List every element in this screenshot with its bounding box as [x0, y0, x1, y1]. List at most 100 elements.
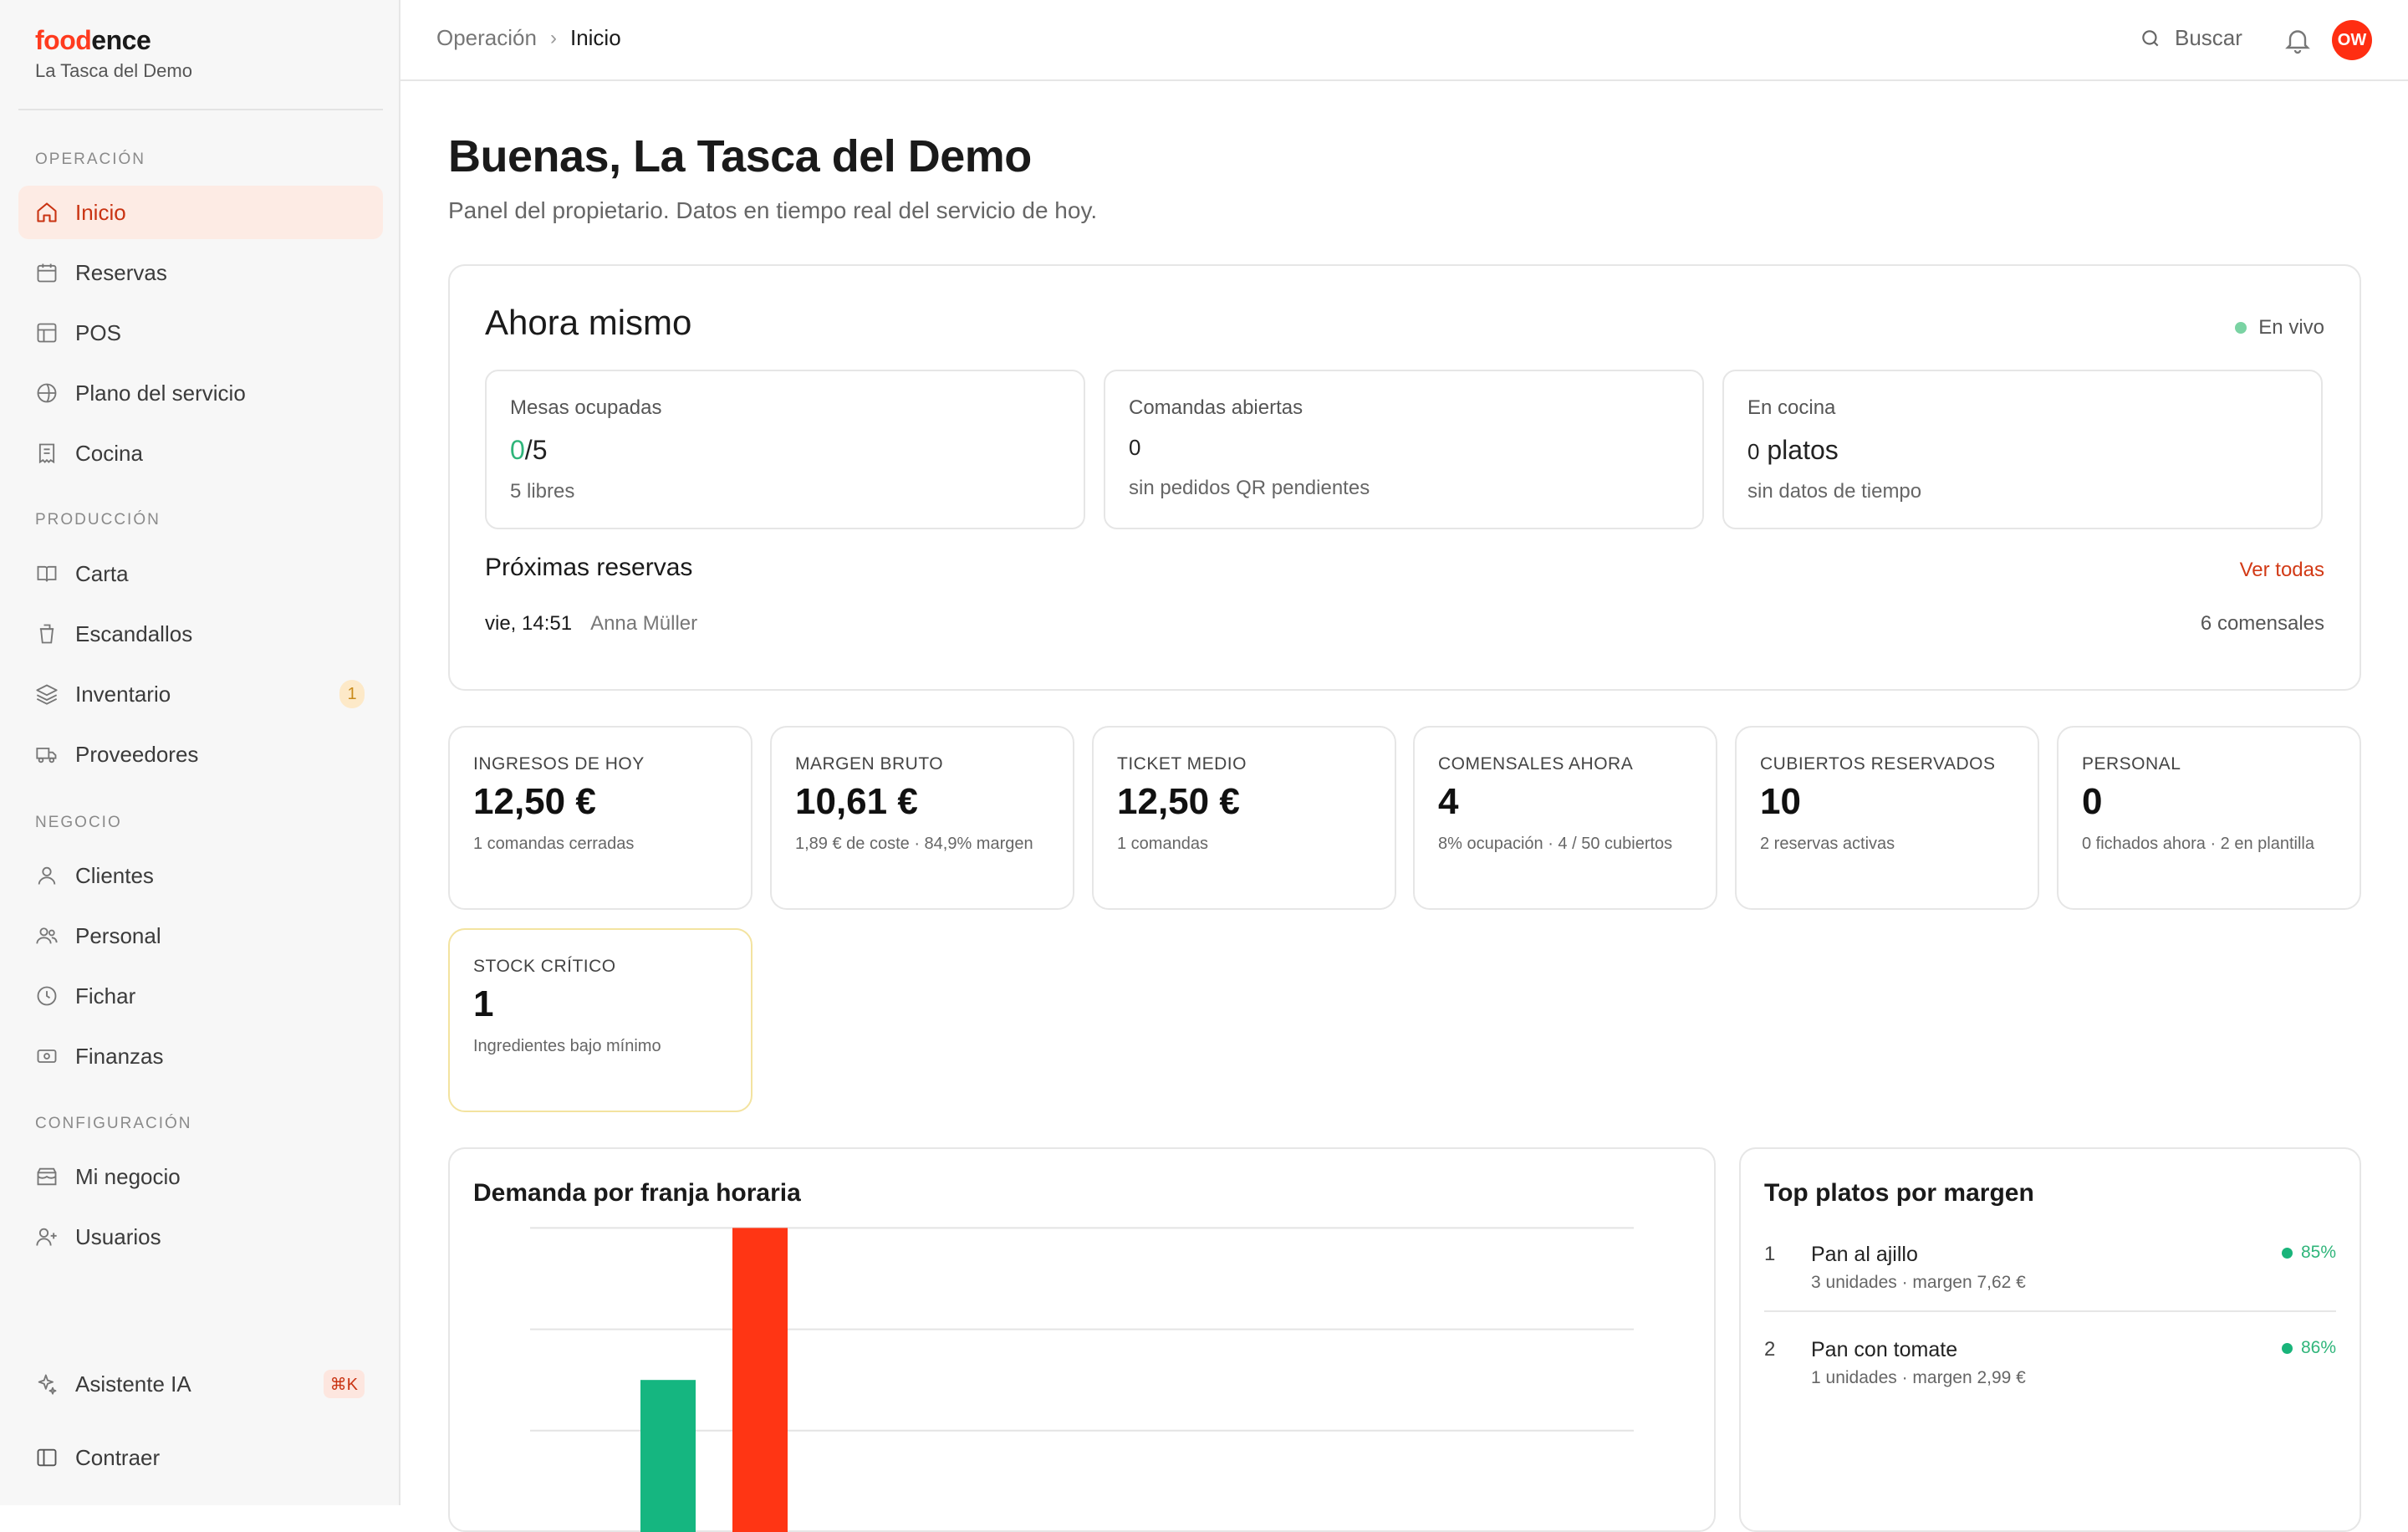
bell-icon[interactable]: [2283, 25, 2313, 55]
margin-dot-icon: [2281, 1247, 2293, 1259]
orders-sub: sin pedidos QR pendientes: [1129, 477, 1370, 499]
kpi-sub: 0 fichados ahora · 2 en plantilla: [2082, 835, 2314, 853]
sidebar-item-label: Reservas: [75, 259, 167, 285]
dish-meta: 3 unidades · margen 7,62 €: [1811, 1273, 2026, 1292]
kpi-card-ingresos[interactable]: INGRESOS DE HOY 12,50 € 1 comandas cerra…: [448, 726, 752, 910]
kitchen-card[interactable]: En cocina 0 platos sin datos de tiempo: [1722, 370, 2323, 529]
sidebar: foodence La Tasca del Demo OPERACIÓN Ini…: [0, 0, 400, 1505]
dish-margin: 86%: [2281, 1338, 2336, 1358]
sidebar-item-label: Inventario: [75, 681, 171, 707]
kpi-value: 1: [473, 983, 494, 1024]
book-icon: [37, 565, 57, 582]
demand-chart-card: Demanda por franja horaria: [448, 1147, 1716, 1532]
now-title: Ahora mismo: [485, 303, 692, 342]
kpi-card-ticket[interactable]: TICKET MEDIO 12,50 € 1 comandas: [1092, 726, 1396, 910]
store-icon: [37, 1167, 57, 1186]
kpi-sub: 8% ocupación · 4 / 50 cubiertos: [1438, 835, 1673, 853]
sidebar-item-mi-negocio[interactable]: Mi negocio: [18, 1150, 383, 1203]
sidebar-item-fichar[interactable]: Fichar: [18, 969, 383, 1023]
top-dishes-title: Top platos por margen: [1764, 1179, 2034, 1207]
search-button[interactable]: Buscar: [2140, 25, 2242, 51]
sparkle-icon: [38, 1374, 57, 1395]
sidebar-item-escandallos[interactable]: Escandallos: [18, 607, 383, 661]
sidebar-item-label: Plano del servicio: [75, 380, 246, 406]
dish-margin-value: 85%: [2300, 1243, 2336, 1262]
topbar: Operación › Inicio Buscar: [400, 0, 2408, 81]
sidebar-item-label: Fichar: [75, 983, 136, 1009]
globe-icon: [37, 383, 57, 403]
kpi-card-cubiertos[interactable]: CUBIERTOS RESERVADOS 10 2 reservas activ…: [1735, 726, 2039, 910]
logo-part-b: ence: [91, 25, 151, 55]
calendar-icon: [37, 263, 57, 283]
kpi-sub: 2 reservas activas: [1760, 835, 1895, 853]
user-icon: [38, 866, 56, 885]
kpi-label: TICKET MEDIO: [1117, 754, 1247, 774]
logo-part-a: food: [35, 25, 92, 55]
open-orders-card[interactable]: Comandas abiertas 0 sin pedidos QR pendi…: [1104, 370, 1704, 529]
kitchen-value: 0 platos: [1747, 435, 1839, 466]
tables-total: /5: [524, 435, 548, 465]
chart-bar[interactable]: [732, 1228, 788, 1532]
sidebar-item-label: Cocina: [75, 440, 143, 466]
sidebar-item-carta[interactable]: Carta: [18, 547, 383, 600]
breadcrumb-current: Inicio: [569, 25, 621, 50]
ai-assistant-button[interactable]: Asistente IA ⌘K: [18, 1357, 383, 1411]
kpi-card-comensales[interactable]: COMENSALES AHORA 4 8% ocupación · 4 / 50…: [1413, 726, 1717, 910]
section-label-operacion: OPERACIÓN: [35, 151, 146, 168]
sidebar-item-inicio[interactable]: Inicio: [18, 186, 383, 239]
search-icon: [2142, 29, 2159, 46]
sidebar-item-label: Finanzas: [75, 1043, 164, 1069]
dish-meta: 1 unidades · margen 2,99 €: [1811, 1368, 2026, 1387]
cup-icon: [39, 624, 54, 644]
tables-label: Mesas ocupadas: [510, 396, 662, 419]
sidebar-item-plano[interactable]: Plano del servicio: [18, 366, 383, 420]
live-label: En vivo: [2258, 316, 2324, 339]
reservation-name: Anna Müller: [590, 612, 698, 635]
sidebar-item-proveedores[interactable]: Proveedores: [18, 728, 383, 781]
reservation-date: vie, 14:51: [485, 612, 573, 635]
collapse-sidebar-button[interactable]: Contraer: [18, 1431, 383, 1484]
user-plus-icon: [36, 1228, 57, 1246]
shortcut-hint: ⌘K: [323, 1370, 365, 1398]
sidebar-item-reservas[interactable]: Reservas: [18, 246, 383, 299]
chevron-right-icon: ›: [549, 26, 557, 49]
breadcrumb-parent[interactable]: Operación: [436, 25, 537, 51]
sidebar-item-clientes[interactable]: Clientes: [18, 849, 383, 902]
orders-label: Comandas abiertas: [1129, 396, 1303, 419]
sidebar-item-label: POS: [75, 319, 121, 345]
kitchen-label: En cocina: [1747, 396, 1836, 419]
tables-occupied: 0: [510, 435, 525, 465]
kpi-card-personal[interactable]: PERSONAL 0 0 fichados ahora · 2 en plant…: [2057, 726, 2361, 910]
sidebar-item-label: Carta: [75, 560, 129, 586]
page-title: Buenas, La Tasca del Demo: [448, 131, 1032, 181]
live-dot-icon: [2235, 322, 2247, 334]
reservation-row[interactable]: vie, 14:51 Anna Müller 6 comensales: [485, 612, 2324, 636]
sidebar-item-cocina[interactable]: Cocina: [18, 426, 383, 480]
live-indicator: En vivo: [2235, 316, 2324, 340]
sidebar-item-usuarios[interactable]: Usuarios: [18, 1210, 383, 1264]
view-all-reservations-link[interactable]: Ver todas: [2240, 559, 2324, 582]
truck-icon: [36, 748, 57, 763]
sidebar-item-inventario[interactable]: Inventario 1: [18, 667, 383, 721]
avatar[interactable]: OW: [2332, 20, 2372, 60]
kpi-label: INGRESOS DE HOY: [473, 754, 645, 774]
users-icon: [36, 927, 58, 944]
dish-margin: 85%: [2281, 1243, 2336, 1263]
clock-icon: [37, 986, 57, 1006]
sidebar-item-label: Mi negocio: [75, 1163, 181, 1189]
section-label-negocio: NEGOCIO: [35, 814, 122, 831]
sidebar-item-pos[interactable]: POS: [18, 306, 383, 360]
now-panel: Ahora mismo En vivo Mesas ocupadas 0/5 5…: [448, 264, 2361, 691]
logo[interactable]: foodence: [35, 25, 192, 55]
tables-value: 0/5: [510, 435, 547, 466]
reservations-title: Próximas reservas: [485, 554, 693, 581]
dish-name: Pan con tomate: [1811, 1338, 1958, 1361]
kpi-card-margen[interactable]: MARGEN BRUTO 10,61 € 1,89 € de coste · 8…: [770, 726, 1074, 910]
kpi-card-stock-critico[interactable]: STOCK CRÍTICO 1 Ingredientes bajo mínimo: [448, 928, 752, 1112]
chart-bar[interactable]: [640, 1380, 696, 1532]
sidebar-item-personal[interactable]: Personal: [18, 909, 383, 963]
sidebar-item-finanzas[interactable]: Finanzas: [18, 1029, 383, 1083]
tables-occupied-card[interactable]: Mesas ocupadas 0/5 5 libres: [485, 370, 1085, 529]
dish-margin-value: 86%: [2300, 1338, 2336, 1357]
kpi-sub: 1 comandas cerradas: [473, 835, 635, 853]
